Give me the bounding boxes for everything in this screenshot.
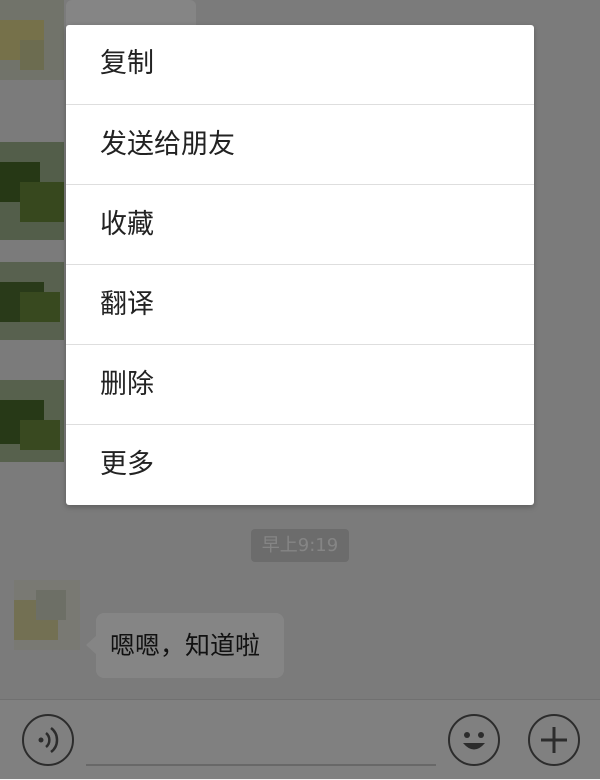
menu-item-label: 收藏 <box>100 209 154 240</box>
menu-item-more[interactable]: 更多 <box>66 425 534 505</box>
context-menu: 复制 发送给朋友 收藏 翻译 删除 更多 <box>66 25 534 505</box>
menu-item-favorite[interactable]: 收藏 <box>66 185 534 265</box>
menu-item-delete[interactable]: 删除 <box>66 345 534 425</box>
menu-item-label: 更多 <box>100 449 154 480</box>
menu-item-send-to-friend[interactable]: 发送给朋友 <box>66 105 534 185</box>
menu-item-label: 翻译 <box>100 289 154 320</box>
menu-item-translate[interactable]: 翻译 <box>66 265 534 345</box>
menu-item-label: 删除 <box>100 369 154 400</box>
menu-item-label: 复制 <box>100 48 154 79</box>
menu-item-copy[interactable]: 复制 <box>66 25 534 105</box>
menu-item-label: 发送给朋友 <box>100 129 235 160</box>
